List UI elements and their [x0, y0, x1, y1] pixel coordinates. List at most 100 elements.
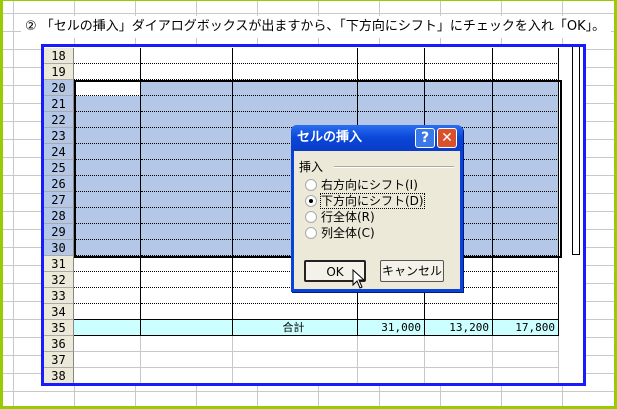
cell[interactable]: [493, 224, 559, 240]
cell[interactable]: [425, 96, 493, 112]
cell[interactable]: [493, 96, 559, 112]
cell[interactable]: [493, 160, 559, 176]
close-icon[interactable]: ✕: [437, 128, 457, 148]
cell[interactable]: [233, 304, 358, 320]
cell[interactable]: [358, 48, 425, 64]
cell[interactable]: [493, 48, 559, 64]
cell[interactable]: [493, 368, 559, 383]
cell[interactable]: [141, 64, 233, 80]
cell[interactable]: [141, 112, 233, 128]
cell[interactable]: [493, 144, 559, 160]
cell[interactable]: [74, 176, 141, 192]
row-header[interactable]: 19: [44, 64, 74, 80]
row-header[interactable]: 21: [44, 96, 74, 112]
cell[interactable]: [74, 352, 141, 368]
cell[interactable]: [493, 176, 559, 192]
cell[interactable]: [74, 96, 141, 112]
cell[interactable]: [358, 368, 425, 383]
cell[interactable]: [141, 256, 233, 272]
row-header[interactable]: 34: [44, 304, 74, 320]
row-header[interactable]: 18: [44, 48, 74, 64]
cell[interactable]: [493, 336, 559, 352]
cell[interactable]: [74, 336, 141, 352]
total-value[interactable]: 31,000: [358, 320, 425, 336]
cell[interactable]: [493, 240, 559, 256]
cell[interactable]: [425, 336, 493, 352]
cell[interactable]: [493, 192, 559, 208]
cell[interactable]: [233, 80, 358, 96]
cell[interactable]: [141, 80, 233, 96]
row-header[interactable]: 33: [44, 288, 74, 304]
cell[interactable]: [141, 304, 233, 320]
cell[interactable]: [233, 96, 358, 112]
cell[interactable]: [358, 352, 425, 368]
row-header[interactable]: 20: [44, 80, 74, 96]
cell[interactable]: [493, 208, 559, 224]
row-header[interactable]: 38: [44, 368, 74, 383]
cell[interactable]: [141, 272, 233, 288]
cell[interactable]: [141, 336, 233, 352]
dialog-titlebar[interactable]: セルの挿入 ? ✕: [291, 125, 463, 151]
question-icon[interactable]: ?: [415, 128, 435, 148]
total-value[interactable]: 17,800: [493, 320, 559, 336]
cell[interactable]: [74, 192, 141, 208]
row-header[interactable]: 27: [44, 192, 74, 208]
cell[interactable]: [233, 336, 358, 352]
cell[interactable]: [141, 192, 233, 208]
row-header[interactable]: 25: [44, 160, 74, 176]
cell[interactable]: [74, 80, 141, 96]
cell[interactable]: [74, 304, 141, 320]
cell[interactable]: [358, 96, 425, 112]
cell[interactable]: [233, 352, 358, 368]
cell[interactable]: [493, 288, 559, 304]
cell[interactable]: [74, 112, 141, 128]
cell[interactable]: [233, 48, 358, 64]
cell[interactable]: [358, 80, 425, 96]
cell[interactable]: [141, 368, 233, 383]
cell[interactable]: [425, 48, 493, 64]
radio-option[interactable]: 列全体(C): [305, 225, 375, 241]
cell[interactable]: [493, 128, 559, 144]
cell[interactable]: [425, 64, 493, 80]
total-value[interactable]: 13,200: [425, 320, 493, 336]
cell[interactable]: [141, 160, 233, 176]
row-header[interactable]: 24: [44, 144, 74, 160]
radio-option[interactable]: 行全体(R): [305, 209, 375, 225]
cell[interactable]: [74, 144, 141, 160]
cell[interactable]: [74, 256, 141, 272]
row-header[interactable]: 28: [44, 208, 74, 224]
cell[interactable]: [425, 368, 493, 383]
cell[interactable]: [493, 64, 559, 80]
row-header[interactable]: 29: [44, 224, 74, 240]
cell[interactable]: [141, 352, 233, 368]
cell[interactable]: [74, 64, 141, 80]
cell[interactable]: [358, 64, 425, 80]
cell[interactable]: [358, 304, 425, 320]
cell[interactable]: [425, 80, 493, 96]
cell[interactable]: [233, 368, 358, 383]
cell[interactable]: [425, 304, 493, 320]
radio-button[interactable]: [305, 227, 317, 239]
cell[interactable]: [74, 208, 141, 224]
cell[interactable]: [141, 48, 233, 64]
cell[interactable]: [493, 256, 559, 272]
cell[interactable]: [358, 336, 425, 352]
cell[interactable]: [425, 352, 493, 368]
row-header[interactable]: 32: [44, 272, 74, 288]
cell[interactable]: [233, 64, 358, 80]
row-header[interactable]: 36: [44, 336, 74, 352]
cell[interactable]: [141, 320, 233, 336]
cell[interactable]: [493, 352, 559, 368]
radio-button[interactable]: [305, 195, 317, 207]
cell[interactable]: [141, 144, 233, 160]
row-header[interactable]: 35: [44, 320, 74, 336]
radio-option[interactable]: 下方向にシフト(D): [305, 193, 425, 209]
cell[interactable]: [74, 368, 141, 383]
row-header[interactable]: 26: [44, 176, 74, 192]
row-header[interactable]: 31: [44, 256, 74, 272]
cell[interactable]: [141, 240, 233, 256]
cell[interactable]: [74, 272, 141, 288]
cell[interactable]: [141, 96, 233, 112]
total-label[interactable]: 合計: [233, 320, 358, 336]
cell[interactable]: [74, 128, 141, 144]
